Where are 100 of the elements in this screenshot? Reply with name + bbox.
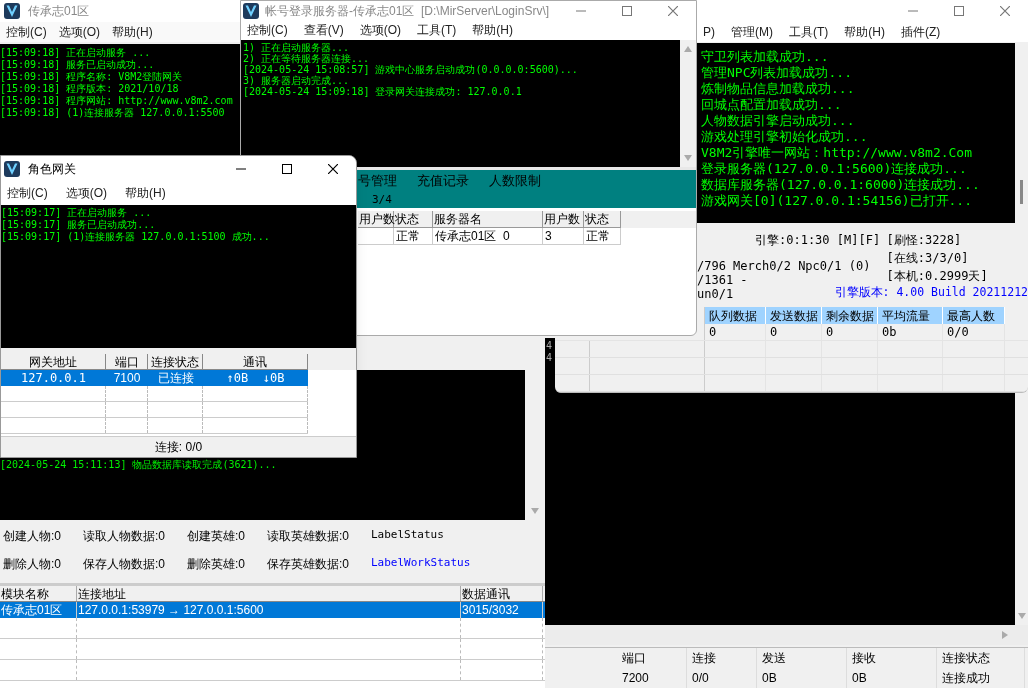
log-line: [15:09:17] (1)连接服务器 127.0.0.1:5100 成功... <box>1 231 271 243</box>
counter-text: 删除人物:0 <box>3 556 62 573</box>
log-line: [15:09:18] 服务已启动成功... <box>0 59 156 71</box>
table-cell: 0B <box>757 668 847 688</box>
column-header: 状态 <box>394 211 433 228</box>
log-line: [2024-05-24 15:08:57] 游戏中心服务启动成功(0.0.0.0:5600)... <box>243 64 579 75</box>
menu-item[interactable]: 查看(V) <box>297 21 350 39</box>
scroll-up-icon[interactable] <box>684 46 692 52</box>
scrollbar[interactable] <box>545 625 1028 645</box>
scroll-down-icon[interactable] <box>531 508 539 514</box>
menu-item[interactable]: 帮助(H) <box>106 23 159 41</box>
window-title: 帐号登录服务器-传承志01区 [D:\MirServer\LoginSrv\] <box>265 3 550 20</box>
log-line: [2024-05-24 15:09:18] 登录网关连接成功: 127.0.0.1 <box>243 86 523 97</box>
counter-text: 读取英雄数据:0 <box>267 528 350 545</box>
table-cell: 0 <box>822 324 878 340</box>
log-line: 登录服务器(127.0.0.1:5600)连接成功... <box>701 161 968 177</box>
table-cell: 0 <box>766 324 822 340</box>
column-header: 平均流量 <box>878 307 943 324</box>
column-header: 接收 <box>847 648 937 668</box>
log-line: [15:09:18] 程序名称: V8M2登陆网关 <box>0 71 184 83</box>
maximize-icon[interactable] <box>282 163 292 174</box>
table-cell: 0B <box>847 668 937 688</box>
scroll-down-icon[interactable] <box>1017 613 1026 619</box>
menu-item[interactable]: 控制(C) <box>241 21 294 39</box>
tab[interactable]: 号管理 <box>358 171 397 191</box>
log-line: V8M2引擎唯一网站：http://www.v8m2.Com <box>701 145 973 161</box>
tab[interactable]: 人数限制 <box>489 171 541 191</box>
table-row[interactable]: 传承志01区 127.0.0.1:53979 → 127.0.0.1:5600 3015/3032 <box>0 602 545 618</box>
log-line: 4 <box>546 352 554 364</box>
counter-text: 保存英雄数据:0 <box>267 556 350 573</box>
log-line: 4 <box>546 340 554 352</box>
menu-item[interactable]: 帮助(H) <box>466 21 519 39</box>
table-cell: 127.0.0.1:53979 → 127.0.0.1:5600 <box>77 602 461 618</box>
counter-text: 删除英雄:0 <box>187 556 246 573</box>
log-line: [15:09:18] 程序网站: http://www.v8m2.com <box>0 95 234 107</box>
counter-text: 创建英雄:0 <box>187 528 246 545</box>
log-line: [15:09:18] 程序版本: 2021/10/18 <box>0 83 180 95</box>
status-text: [刷怪:3228] <box>886 232 963 249</box>
column-header: 剩余数据 <box>822 307 878 324</box>
status-text: [在线:3/3/0] <box>886 250 970 267</box>
log-line: 回城点配置加载成功... <box>701 97 843 113</box>
menu-item[interactable]: 插件(Z) <box>895 23 947 41</box>
table-cell <box>358 228 394 245</box>
log-line: 1) 正在启动服务器... <box>243 42 351 53</box>
column-header: 最高人数 <box>943 307 1005 324</box>
status-text: [本机:0.2999天] <box>886 268 989 285</box>
table-cell-text: 7100 <box>112 370 142 386</box>
menu-item[interactable]: 工具(T) <box>411 21 463 39</box>
table-cell: 传承志01区 0 <box>433 228 543 245</box>
log-line: [2024-05-24 15:11:13] 物品数据库读取完成(3621)... <box>0 459 278 471</box>
status-label: LabelStatus <box>371 527 445 543</box>
status-text: /1361 - <box>697 273 748 287</box>
scroll-down-icon[interactable] <box>684 155 692 161</box>
status-bar-text: 连接: 0/0 <box>154 439 203 456</box>
menu-item[interactable]: 工具(T) <box>783 23 835 41</box>
menu-item[interactable]: 选项(O) <box>59 184 113 202</box>
tab[interactable]: 充值记录 <box>417 171 469 191</box>
app-logo-icon <box>4 3 20 19</box>
table-cell: 传承志01区 <box>0 602 77 618</box>
table-cell: 连接成功 <box>937 668 1025 688</box>
log-line: [15:09:18] (1)连接服务器 127.0.0.1:5500 <box>0 107 226 119</box>
table-row[interactable]: 127.0.0.1 7100 已连接 ↑0B ↓0B <box>1 370 308 386</box>
engine-version: 引擎版本: 4.00 Build 20211212 <box>834 285 1028 299</box>
column-header: 用户数 <box>358 211 394 228</box>
menu-item[interactable]: 控制(C) <box>0 23 53 41</box>
counter-text: 创建人物:0 <box>3 528 62 545</box>
status-text: un0/1 <box>697 287 734 301</box>
column-header: 用户数 <box>543 211 584 228</box>
log-line: 人物数据引擎启动成功... <box>701 113 856 129</box>
table-cell: 0 <box>705 324 766 340</box>
scroll-right-icon[interactable] <box>1002 631 1008 639</box>
table-cell-text: 已连接 <box>156 370 195 386</box>
column-header: 队列数据 <box>705 307 766 324</box>
column-header: 连接 <box>687 648 757 668</box>
status-label: LabelWorkStatus <box>371 555 472 571</box>
log-line: [15:09:17] 正在启动服务 ... <box>1 207 153 219</box>
menu-item[interactable]: 选项(O) <box>353 21 407 39</box>
log-line: 游戏处理引擎初始化成功... <box>701 129 869 145</box>
table-cell: 3015/3032 <box>461 602 543 618</box>
column-header: 数据通讯 <box>461 586 543 601</box>
scrollbar[interactable] <box>680 40 696 167</box>
menu-item[interactable]: 帮助(H) <box>119 184 172 202</box>
log-line: 管理NPC列表加载成功... <box>701 65 853 81</box>
counter-text: 保存人物数据:0 <box>83 556 166 573</box>
log-line: 2) 正在等待服务器连接... <box>243 53 371 64</box>
menu-item[interactable]: 选项(O) <box>52 23 106 41</box>
status-text: /796 Merch0/2 Npc0/1 (0) <box>697 259 871 273</box>
table-cell-text: ↑0B ↓0B <box>225 370 286 386</box>
window-title: 角色网关 <box>28 160 76 178</box>
menu-item[interactable]: 帮助(H) <box>838 23 891 41</box>
menu-item[interactable]: P) <box>697 23 721 41</box>
column-header: 端口 <box>617 648 687 668</box>
menu-item[interactable]: 管理(M) <box>725 23 779 41</box>
column-header: 模块名称 <box>0 586 77 601</box>
table-cell: 0/0 <box>687 668 757 688</box>
menu-item[interactable]: 控制(C) <box>1 184 54 202</box>
table-cell-text: 127.0.0.1 <box>20 370 87 386</box>
close-icon[interactable] <box>328 163 338 174</box>
table-cell: 3 <box>543 228 584 245</box>
window-title: 传承志01区 <box>28 3 90 20</box>
